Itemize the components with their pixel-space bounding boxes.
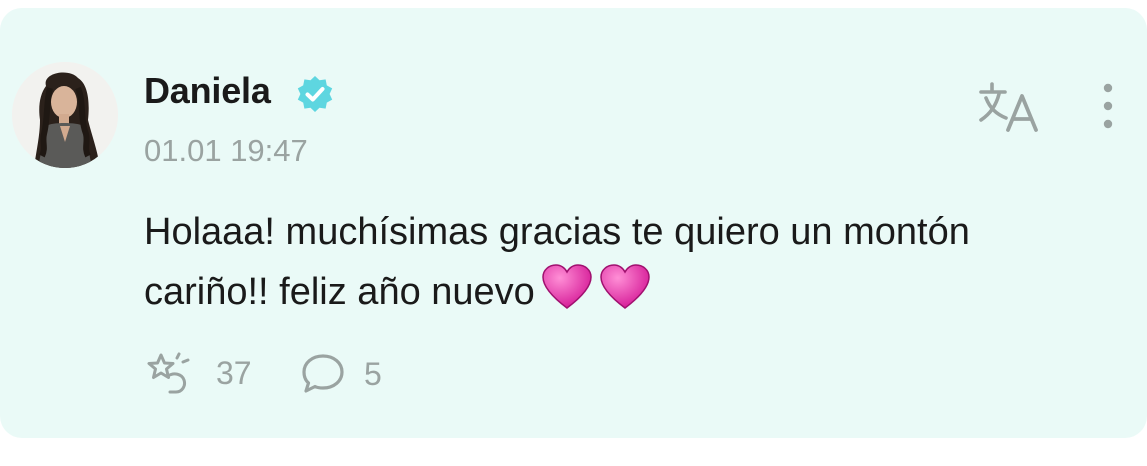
post-body: Holaaa! muchísimas gracias te quiero un … bbox=[144, 202, 1104, 322]
like-sparkle-icon[interactable] bbox=[144, 352, 194, 394]
comment-stat[interactable]: 5 bbox=[300, 352, 382, 396]
comment-count: 5 bbox=[364, 355, 382, 392]
like-count: 37 bbox=[216, 354, 252, 391]
post-timestamp: 01.01 19:47 bbox=[144, 133, 308, 168]
avatar-image bbox=[12, 62, 118, 168]
author-name[interactable]: Daniela bbox=[144, 70, 271, 112]
more-vertical-icon[interactable] bbox=[1096, 82, 1120, 134]
post-card: Daniela 01.01 19:47 Holaaa! muchísimas g… bbox=[0, 8, 1147, 438]
avatar[interactable] bbox=[12, 62, 118, 168]
translate-icon[interactable] bbox=[978, 80, 1042, 132]
verified-badge-icon bbox=[297, 76, 333, 112]
like-stat[interactable]: 37 bbox=[144, 352, 252, 394]
pink-heart-icon bbox=[542, 264, 592, 309]
comment-bubble-icon[interactable] bbox=[300, 352, 346, 396]
pink-heart-icon bbox=[600, 264, 650, 309]
